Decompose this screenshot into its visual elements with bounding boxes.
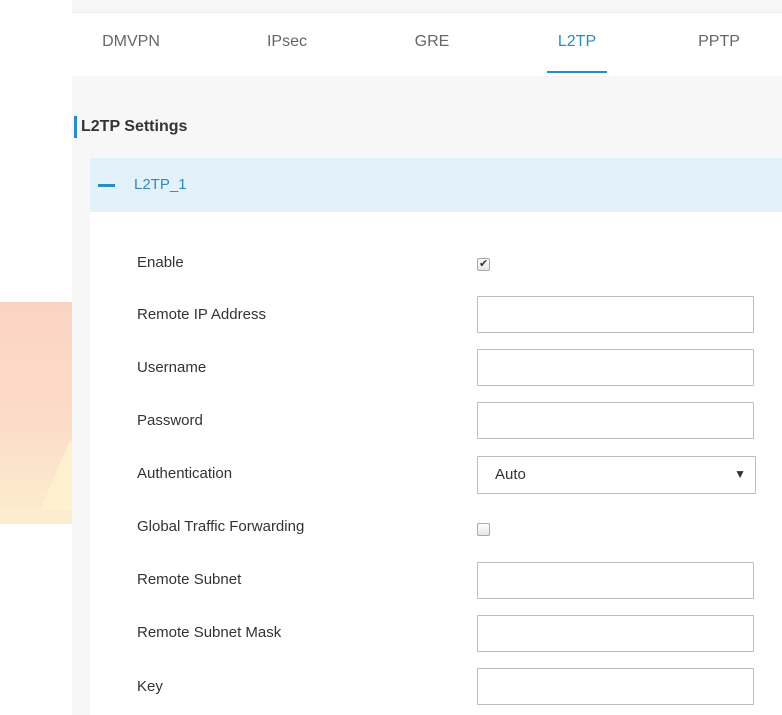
dropdown-arrow-icon: ▼ [734, 467, 746, 481]
tab-gre[interactable]: GRE [402, 13, 462, 76]
remote-subnet-mask-input[interactable] [477, 615, 754, 652]
global-forwarding-label: Global Traffic Forwarding [137, 518, 305, 535]
section-title: L2TP Settings [74, 116, 187, 138]
l2tp-group-header[interactable]: L2TP_1 [90, 158, 782, 212]
username-label: Username [137, 359, 207, 376]
tab-dmvpn[interactable]: DMVPN [96, 13, 166, 76]
enable-label: Enable [137, 254, 184, 271]
tab-l2tp[interactable]: L2TP [547, 13, 607, 76]
remote-subnet-input[interactable] [477, 562, 754, 599]
group-title: L2TP_1 [134, 176, 187, 193]
tab-pptp[interactable]: PPTP [689, 13, 749, 76]
remote-ip-input[interactable] [477, 296, 754, 333]
remote-subnet-mask-label: Remote Subnet Mask [137, 624, 282, 641]
checkmark-icon: ✔ [479, 258, 489, 270]
global-forwarding-checkbox[interactable] [477, 523, 490, 536]
password-label: Password [137, 412, 203, 429]
key-label: Key [137, 678, 163, 695]
password-input[interactable] [477, 402, 754, 439]
authentication-value: Auto [495, 466, 526, 483]
authentication-select[interactable]: Auto ▼ [477, 456, 756, 494]
tab-ipsec[interactable]: IPsec [257, 13, 317, 76]
collapse-icon[interactable] [98, 184, 115, 187]
remote-ip-label: Remote IP Address [137, 306, 266, 323]
authentication-label: Authentication [137, 465, 233, 482]
active-tab-indicator [547, 71, 607, 73]
remote-subnet-label: Remote Subnet [137, 571, 242, 588]
key-input[interactable] [477, 668, 754, 705]
tab-bar: DMVPN IPsec GRE L2TP PPTP [72, 12, 782, 76]
enable-checkbox[interactable]: ✔ [477, 258, 490, 271]
username-input[interactable] [477, 349, 754, 386]
